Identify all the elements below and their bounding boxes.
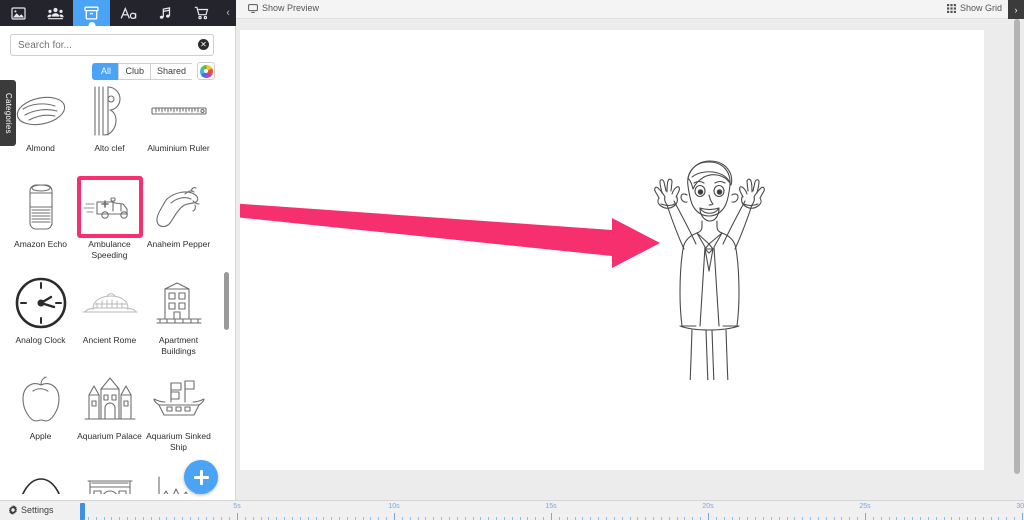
clear-search-icon[interactable]: ✕ (198, 39, 209, 50)
library-filter-group: All Club Shared (92, 62, 215, 80)
library-item-label: Amazon Echo (14, 239, 67, 249)
library-item-label: Alto clef (94, 143, 125, 153)
asset-grid-inner: Almond Alto clef Aluminium Ruler Amazon … (6, 80, 220, 494)
plus-icon-vertical (199, 469, 203, 485)
timeline-tick (865, 513, 866, 520)
timeline-tick-label: 25s (859, 503, 871, 510)
characters-tab[interactable] (37, 0, 74, 26)
grid-icon (946, 3, 956, 13)
library-item-label: Analog Clock (15, 335, 66, 345)
library-item[interactable]: Aquarium Palace (75, 368, 144, 464)
music-tab[interactable] (147, 0, 184, 26)
gear-icon (8, 505, 18, 515)
library-scrollbar-thumb[interactable] (224, 272, 229, 330)
timeline-tick (394, 513, 395, 520)
timeline-tick-label: 20s (702, 503, 714, 510)
timeline-tick-label: 15s (545, 503, 557, 510)
pink-arrow-shape (240, 203, 660, 268)
asset-grid[interactable]: Almond Alto clef Aluminium Ruler Amazon … (6, 80, 220, 494)
show-preview-button[interactable]: Show Preview (248, 3, 319, 13)
ancient-rome-icon (77, 272, 143, 334)
settings-label: Settings (21, 505, 54, 515)
library-item[interactable]: Apartment Buildings (144, 272, 213, 368)
timeline-tick (1022, 513, 1023, 520)
props-tab[interactable] (73, 0, 111, 26)
library-item-label: Ambulance Speeding (88, 239, 131, 260)
library-item[interactable]: Alto clef (75, 80, 144, 176)
library-item[interactable]: Apple (6, 368, 75, 464)
analog-clock-icon (8, 272, 74, 334)
filter-all-button[interactable]: All (92, 62, 119, 80)
arch-curve-icon (8, 464, 74, 494)
arc-de-triomphe-icon (77, 464, 143, 494)
library-item-label: Anaheim Pepper (146, 239, 211, 249)
library-item[interactable]: Ambulance Speeding (75, 176, 144, 272)
library-item-label: Apple (29, 431, 52, 441)
timeline-tick-label: 5s (233, 503, 241, 510)
timeline-tick (237, 513, 238, 520)
library-item[interactable] (75, 464, 144, 494)
library-item[interactable]: Anaheim Pepper (144, 176, 213, 272)
castle-icon (77, 368, 143, 430)
add-asset-button[interactable] (184, 460, 218, 494)
settings-button[interactable]: Settings (8, 505, 54, 515)
stage-area (236, 19, 1024, 500)
pink-arrow-annotation (240, 203, 660, 268)
color-wheel-glyph (199, 64, 213, 78)
monitor-icon (248, 3, 258, 13)
app-root: ‹ ✕ All Club Shared Categories Almond Al… (0, 0, 1024, 520)
canvas-scrollbar-thumb[interactable] (1014, 19, 1020, 474)
asset-category-toolbar: ‹ (0, 0, 236, 26)
amazon-echo-icon (8, 176, 74, 238)
pepper-icon (146, 176, 212, 238)
timeline-playhead[interactable] (80, 503, 85, 520)
timeline-tick (708, 513, 709, 520)
library-item[interactable]: Amazon Echo (6, 176, 75, 272)
library-item-label: Aluminium Ruler (147, 143, 210, 153)
filter-club-button[interactable]: Club (118, 62, 150, 80)
ruler-icon (146, 80, 212, 142)
library-item-label: Ancient Rome (82, 335, 137, 345)
sunken-ship-icon (146, 368, 212, 430)
ambulance-icon (76, 176, 143, 238)
library-item-label: Apartment Buildings (158, 335, 199, 356)
apartment-icon (146, 272, 212, 334)
timeline-ruler[interactable]: 5s 10s 15s 20s 25s 30s (80, 501, 1024, 520)
library-item[interactable]: Aluminium Ruler (144, 80, 213, 176)
alto-clef-icon (77, 80, 143, 142)
color-wheel-icon[interactable] (197, 62, 215, 80)
almond-icon (8, 80, 74, 142)
images-tab[interactable] (0, 0, 37, 26)
timeline-tick-label: 10s (388, 503, 400, 510)
library-item[interactable]: Analog Clock (6, 272, 75, 368)
show-preview-label: Show Preview (262, 3, 320, 13)
library-item[interactable]: Aquarium Sinked Ship (144, 368, 213, 464)
apple-icon (8, 368, 74, 430)
collapse-left-panel-button[interactable]: ‹ (220, 0, 236, 26)
timeline-tick (551, 513, 552, 520)
library-item[interactable] (6, 464, 75, 494)
search-input[interactable] (10, 34, 214, 56)
library-item[interactable]: Almond (6, 80, 75, 176)
show-grid-label: Show Grid (959, 3, 1002, 13)
stage-header-bar: Show Preview Show Grid › (236, 0, 1024, 19)
text-tab[interactable] (110, 0, 147, 26)
library-item[interactable]: Ancient Rome (75, 272, 144, 368)
filter-shared-button[interactable]: Shared (149, 62, 192, 80)
cheering-man-sketch[interactable] (648, 148, 772, 380)
bottom-bar: Settings 5s 10s 15s 20s 25s 30s (0, 500, 1024, 520)
asset-library-panel: ‹ ✕ All Club Shared Categories Almond Al… (0, 0, 236, 500)
library-item-label: Almond (26, 143, 55, 153)
store-tab[interactable] (183, 0, 220, 26)
timeline-tick-label: 30s (1016, 503, 1024, 510)
library-item-label: Aquarium Sinked Ship (146, 431, 211, 452)
search-row: ✕ (10, 34, 214, 56)
scene-canvas[interactable] (240, 30, 984, 470)
show-grid-button[interactable]: Show Grid (946, 3, 1002, 13)
collapse-right-panel-button[interactable]: › (1008, 0, 1024, 19)
library-item-label: Aquarium Palace (77, 431, 142, 441)
